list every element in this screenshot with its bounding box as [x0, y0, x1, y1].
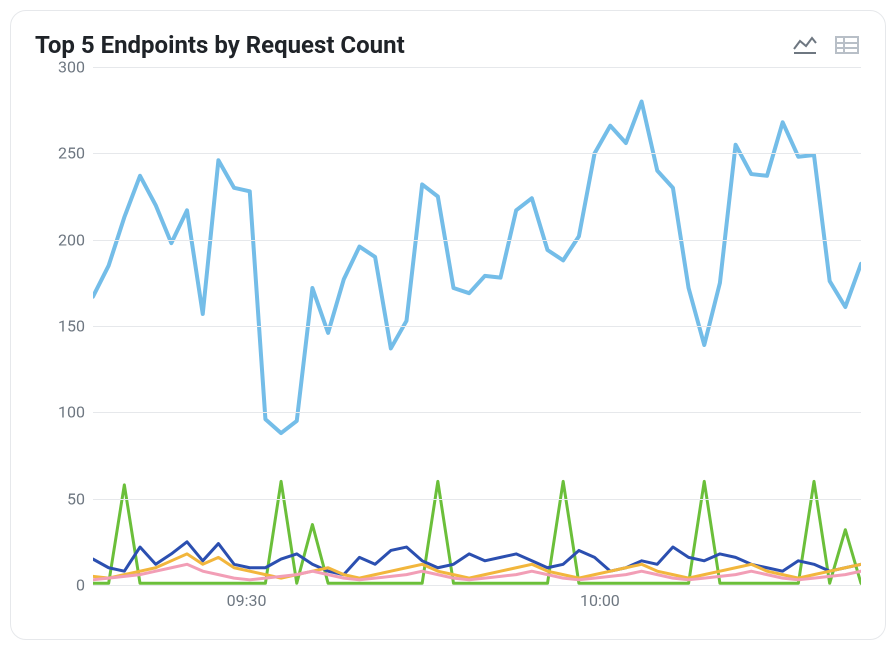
line-chart-icon[interactable]: [791, 35, 819, 55]
x-axis: 09:30 10:00: [93, 585, 861, 615]
grid-line: [93, 240, 861, 241]
y-tick-label: 150: [58, 317, 85, 336]
grid-line: [93, 412, 861, 413]
grid-line: [93, 499, 861, 500]
grid-line: [93, 153, 861, 154]
chart-header: Top 5 Endpoints by Request Count: [35, 31, 861, 59]
x-tick-label: 10:00: [580, 591, 620, 610]
x-tick-label: 09:30: [227, 591, 267, 610]
series-endpoint-1: [93, 102, 861, 434]
chart-body: 050100150200250300 09:3010:00: [35, 67, 861, 615]
chart-view-toggles: [791, 35, 861, 55]
table-icon[interactable]: [833, 35, 861, 55]
grid-line: [93, 326, 861, 327]
y-tick-label: 200: [58, 230, 85, 249]
chart-title: Top 5 Endpoints by Request Count: [35, 31, 405, 59]
y-tick-label: 250: [58, 144, 85, 163]
plot-area: [93, 67, 861, 585]
y-tick-label: 300: [58, 58, 85, 77]
series-endpoint-3: [93, 542, 861, 575]
series-endpoint-2: [93, 481, 861, 583]
grid-line: [93, 67, 861, 68]
y-axis: 050100150200250300: [35, 67, 93, 585]
chart-card: Top 5 Endpoints by Request Count 0 50 100 1…: [10, 10, 886, 640]
plot-row: 050100150200250300: [35, 67, 861, 585]
y-tick-label: 50: [67, 489, 85, 508]
y-tick-label: 0: [76, 576, 85, 595]
y-tick-label: 100: [58, 403, 85, 422]
